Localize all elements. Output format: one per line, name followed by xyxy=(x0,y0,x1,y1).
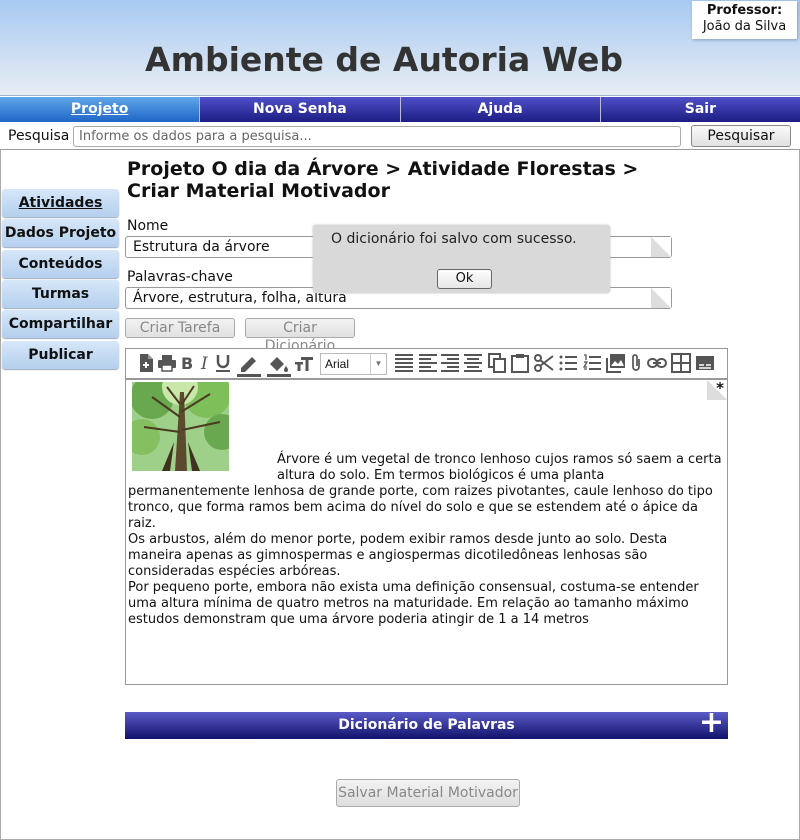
app-title: Ambiente de Autoria Web xyxy=(145,40,623,79)
search-button[interactable]: Pesquisar xyxy=(691,125,791,147)
tree-image xyxy=(132,382,229,471)
sidebar-item-conteudos[interactable]: Conteúdos xyxy=(2,250,119,278)
sidebar-item-turmas[interactable]: Turmas xyxy=(2,280,119,308)
image-icon[interactable] xyxy=(606,353,626,373)
create-dictionary-button[interactable]: Criar Dicionário xyxy=(245,318,355,354)
align-left-icon[interactable] xyxy=(418,353,438,373)
link-icon[interactable] xyxy=(647,353,667,373)
pencil-icon[interactable] xyxy=(236,353,262,377)
underline-icon[interactable] xyxy=(213,353,233,373)
search-input[interactable] xyxy=(73,126,681,147)
print-icon[interactable] xyxy=(157,353,177,373)
required-marker: * xyxy=(716,379,724,397)
nav-projeto[interactable]: Projeto xyxy=(0,97,201,122)
name-value: Estrutura da árvore xyxy=(133,239,270,255)
editor-paragraph: Os arbustos, além do menor porte, podem … xyxy=(128,532,668,579)
dictionary-panel-header[interactable]: Dicionário de Palavras + xyxy=(125,708,728,739)
keywords-label: Palavras-chave xyxy=(127,269,233,285)
professor-label: Professor: xyxy=(706,3,783,18)
align-justify-icon[interactable] xyxy=(394,353,414,373)
professor-name: João da Silva xyxy=(702,19,787,34)
svg-text:B: B xyxy=(181,354,193,373)
bullet-list-icon[interactable] xyxy=(558,353,578,373)
breadcrumb: Projeto O dia da Árvore > Atividade Flor… xyxy=(127,158,639,202)
editor-paragraph: Por pequeno porte, embora não exista uma… xyxy=(128,580,699,627)
text-size-icon[interactable] xyxy=(294,353,314,373)
align-right-icon[interactable] xyxy=(440,353,460,373)
success-dialog: O dicionário foi salvo com sucesso. Ok xyxy=(313,225,610,293)
editor-toolbar: B I Arial ▼ xyxy=(125,348,728,379)
sidebar-item-publicar[interactable]: Publicar xyxy=(2,341,119,369)
field-corner xyxy=(651,288,671,308)
name-label: Nome xyxy=(127,218,169,234)
chevron-down-icon[interactable]: ▼ xyxy=(370,354,386,374)
new-document-icon[interactable] xyxy=(136,353,156,373)
dictionary-title: Dicionário de Palavras xyxy=(338,717,515,733)
nav-nova-senha[interactable]: Nova Senha xyxy=(200,97,401,122)
sidebar-item-dados-projeto[interactable]: Dados Projeto xyxy=(2,219,119,247)
fill-icon[interactable] xyxy=(266,353,292,377)
main-nav: Projeto Nova Senha Ajuda Sair xyxy=(0,97,800,122)
dialog-ok-button[interactable]: Ok xyxy=(437,269,492,289)
bold-icon[interactable]: B xyxy=(178,353,198,373)
dialog-message: O dicionário foi salvo com sucesso. xyxy=(331,231,577,247)
sidebar-item-compartilhar[interactable]: Compartilhar xyxy=(2,310,119,338)
numbered-list-icon[interactable] xyxy=(582,353,602,373)
attachment-icon[interactable] xyxy=(626,353,646,373)
svg-text:I: I xyxy=(200,354,208,373)
font-select[interactable]: Arial ▼ xyxy=(320,353,387,375)
sidebar-item-atividades[interactable]: Atividades xyxy=(2,189,119,217)
font-value: Arial xyxy=(325,357,350,371)
field-corner xyxy=(651,237,671,257)
align-center-icon[interactable] xyxy=(463,353,483,373)
professor-box: Professor: João da Silva xyxy=(692,1,797,39)
rich-text-editor[interactable]: * Árvore é um vegetal de tronco lenhoso … xyxy=(125,379,728,685)
search-label: Pesquisa xyxy=(8,128,70,144)
table-icon[interactable] xyxy=(671,353,691,373)
nav-ajuda[interactable]: Ajuda xyxy=(401,97,601,122)
caption-icon[interactable] xyxy=(695,353,715,373)
search-bar: Pesquisa Pesquisar xyxy=(0,122,800,150)
create-task-button[interactable]: Criar Tarefa xyxy=(125,318,235,338)
expand-plus-icon[interactable]: + xyxy=(699,708,724,738)
header: Ambiente de Autoria Web Professor: João … xyxy=(0,0,800,96)
nav-sair[interactable]: Sair xyxy=(601,97,800,122)
copy-icon[interactable] xyxy=(487,353,507,373)
save-material-button[interactable]: Salvar Material Motivador xyxy=(336,779,520,807)
paste-icon[interactable] xyxy=(510,353,530,373)
cut-icon[interactable] xyxy=(534,353,554,373)
